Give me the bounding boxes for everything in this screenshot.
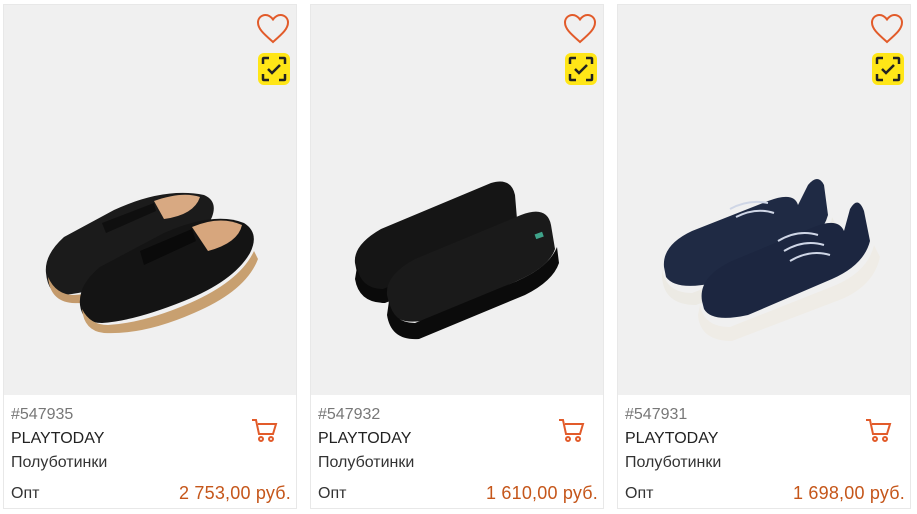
product-grid: #547935 PLAYTODAY Полуботинки Опт 2 753,… <box>0 0 917 514</box>
product-sku: #547931 <box>625 406 688 423</box>
product-card[interactable]: #547932 PLAYTODAY Полуботинки Опт 1 610,… <box>310 4 604 509</box>
product-price: 1 610,00 руб. <box>486 483 598 503</box>
product-card[interactable]: #547935 PLAYTODAY Полуботинки Опт 2 753,… <box>3 4 297 509</box>
similar-search-icon[interactable] <box>565 53 597 85</box>
heart-outline-icon[interactable] <box>870 13 904 45</box>
product-info: #547932 PLAYTODAY Полуботинки Опт 1 610,… <box>311 395 603 508</box>
heart-outline-icon[interactable] <box>563 13 597 45</box>
product-brand[interactable]: PLAYTODAY <box>318 430 411 448</box>
similar-search-icon[interactable] <box>872 53 904 85</box>
product-photo[interactable] <box>311 5 603 395</box>
cart-icon[interactable] <box>557 417 585 443</box>
product-price: 2 753,00 руб. <box>179 483 291 503</box>
product-type[interactable]: Полуботинки <box>625 454 721 472</box>
knit-sneakers-image <box>662 179 880 341</box>
slip-on-image <box>354 181 559 340</box>
cart-icon[interactable] <box>250 417 278 443</box>
product-brand[interactable]: PLAYTODAY <box>11 430 104 448</box>
product-info: #547931 PLAYTODAY Полуботинки Опт 1 698,… <box>618 395 910 508</box>
cart-icon[interactable] <box>864 417 892 443</box>
heart-outline-icon[interactable] <box>256 13 290 45</box>
product-sku: #547935 <box>11 406 74 423</box>
similar-search-icon[interactable] <box>258 53 290 85</box>
wholesale-label: Опт <box>625 485 654 502</box>
wholesale-label: Опт <box>318 485 347 502</box>
product-info: #547935 PLAYTODAY Полуботинки Опт 2 753,… <box>4 395 296 508</box>
product-price: 1 698,00 руб. <box>793 483 905 503</box>
product-brand[interactable]: PLAYTODAY <box>625 430 718 448</box>
product-type[interactable]: Полуботинки <box>11 454 107 472</box>
loafers-image <box>45 192 258 334</box>
product-photo[interactable] <box>4 5 296 395</box>
product-sku: #547932 <box>318 406 381 423</box>
product-photo[interactable] <box>618 5 910 395</box>
product-type[interactable]: Полуботинки <box>318 454 414 472</box>
wholesale-label: Опт <box>11 485 40 502</box>
product-card[interactable]: #547931 PLAYTODAY Полуботинки Опт 1 698,… <box>617 4 911 509</box>
